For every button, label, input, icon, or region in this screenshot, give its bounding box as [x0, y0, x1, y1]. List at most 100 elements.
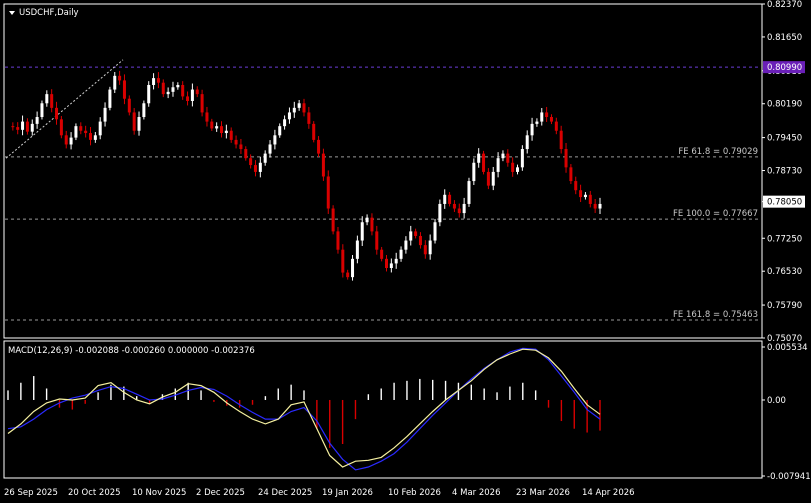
candle-body: [588, 194, 592, 204]
candle-body: [404, 240, 408, 250]
candle-body: [545, 112, 549, 118]
candle-body: [569, 167, 573, 182]
candle-body: [559, 130, 563, 150]
candle-body: [370, 217, 374, 232]
macd-label: MACD(12,26,9) -0.002088 -0.000260 0.0000…: [8, 346, 255, 356]
candle-body: [375, 231, 379, 250]
candle-body: [258, 162, 262, 172]
chart-window[interactable]: 0.823700.816500.809100.801900.794500.787…: [0, 0, 811, 500]
x-axis-label: 4 Mar 2026: [452, 488, 500, 498]
candle-body: [384, 258, 388, 268]
candle-body: [127, 98, 131, 113]
collapse-arrow-icon[interactable]: [9, 11, 15, 15]
x-axis-label: 20 Oct 2025: [68, 488, 121, 498]
price-tick-label: 0.79450: [767, 134, 802, 144]
candle-body: [156, 78, 160, 83]
candle-body: [45, 94, 49, 104]
candle-body: [307, 112, 311, 124]
candle-body: [287, 112, 291, 120]
price-panel[interactable]: [3, 3, 763, 339]
highlight-price-label: 0.80990: [767, 63, 802, 73]
candle-body: [263, 153, 267, 163]
candle-body: [525, 135, 529, 150]
candle-body: [428, 240, 432, 255]
candle-body: [113, 75, 117, 90]
candle-body: [409, 231, 413, 241]
candle-body: [35, 117, 39, 124]
candle-body: [79, 126, 83, 131]
candle-body: [147, 84, 151, 104]
x-axis-label: 24 Dec 2025: [258, 488, 312, 498]
price-tick-label: 0.78730: [767, 167, 802, 177]
candle-body: [200, 94, 204, 113]
candle-body: [351, 258, 355, 278]
candle-body: [88, 133, 92, 140]
candle-body: [317, 139, 321, 154]
x-axis-label: 26 Sep 2025: [4, 488, 58, 498]
current-price-label: 0.78050: [767, 198, 802, 208]
candle-body: [84, 130, 88, 134]
x-axis-label: 2 Dec 2025: [196, 488, 245, 498]
candle-body: [171, 87, 175, 92]
candle-body: [273, 135, 277, 145]
candle-body: [520, 149, 524, 168]
candle-body: [21, 121, 25, 130]
candle-body: [423, 245, 427, 255]
macd-tick-label: 0.005534: [767, 343, 808, 353]
candle-body: [249, 158, 253, 166]
candle-body: [598, 203, 602, 209]
candle-body: [554, 121, 558, 131]
candle-body: [593, 203, 597, 209]
price-tick-label: 0.81650: [767, 33, 802, 43]
candle-body: [181, 84, 185, 97]
candle-body: [132, 112, 136, 131]
candle-body: [103, 107, 107, 122]
candle-body: [331, 208, 335, 232]
candle-body: [336, 231, 340, 250]
candle-body: [166, 91, 170, 95]
candle-body: [579, 190, 583, 198]
candle-body: [448, 194, 452, 204]
candle-body: [215, 126, 219, 129]
candle-body: [210, 121, 214, 129]
candle-body: [64, 135, 68, 145]
candle-body: [583, 194, 587, 198]
x-axis-label: 19 Jan 2026: [322, 488, 373, 498]
candle-body: [346, 272, 350, 278]
fib-level-label: FE 100.0 = 0.77667: [673, 209, 758, 219]
candle-body: [506, 153, 510, 163]
candle-body: [108, 89, 112, 108]
candle-body: [69, 137, 73, 145]
candle-body: [535, 121, 539, 124]
price-tick-label: 0.77250: [767, 234, 802, 244]
candle-body: [278, 126, 282, 136]
candle-body: [312, 123, 316, 140]
macd-signal-line: [7, 347, 601, 471]
candle-body: [59, 119, 63, 136]
candle-body: [176, 84, 180, 88]
candle-body: [161, 82, 165, 95]
candle-body: [137, 117, 141, 131]
candle-body: [239, 144, 243, 150]
candle-body: [234, 139, 238, 145]
candle-body: [224, 130, 228, 134]
candle-body: [574, 181, 578, 191]
candle-body: [98, 121, 102, 136]
candle-body: [55, 107, 59, 120]
candle-body: [283, 119, 287, 127]
candle-body: [341, 249, 345, 273]
chart-svg[interactable]: 0.823700.816500.809100.801900.794500.787…: [0, 0, 811, 500]
fib-level-label: FE 161.8 = 0.75463: [673, 310, 758, 320]
macd-panel[interactable]: [3, 340, 763, 479]
x-axis-label: 10 Nov 2025: [132, 488, 186, 498]
candle-body: [16, 127, 20, 130]
candle-body: [118, 75, 122, 81]
candle-body: [414, 231, 418, 236]
candle-body: [11, 126, 15, 128]
candle-body: [457, 208, 461, 214]
price-tick-label: 0.76530: [767, 267, 802, 277]
candle-body: [40, 103, 44, 118]
candle-body: [540, 112, 544, 122]
candle-body: [394, 258, 398, 264]
candle-body: [186, 96, 190, 101]
